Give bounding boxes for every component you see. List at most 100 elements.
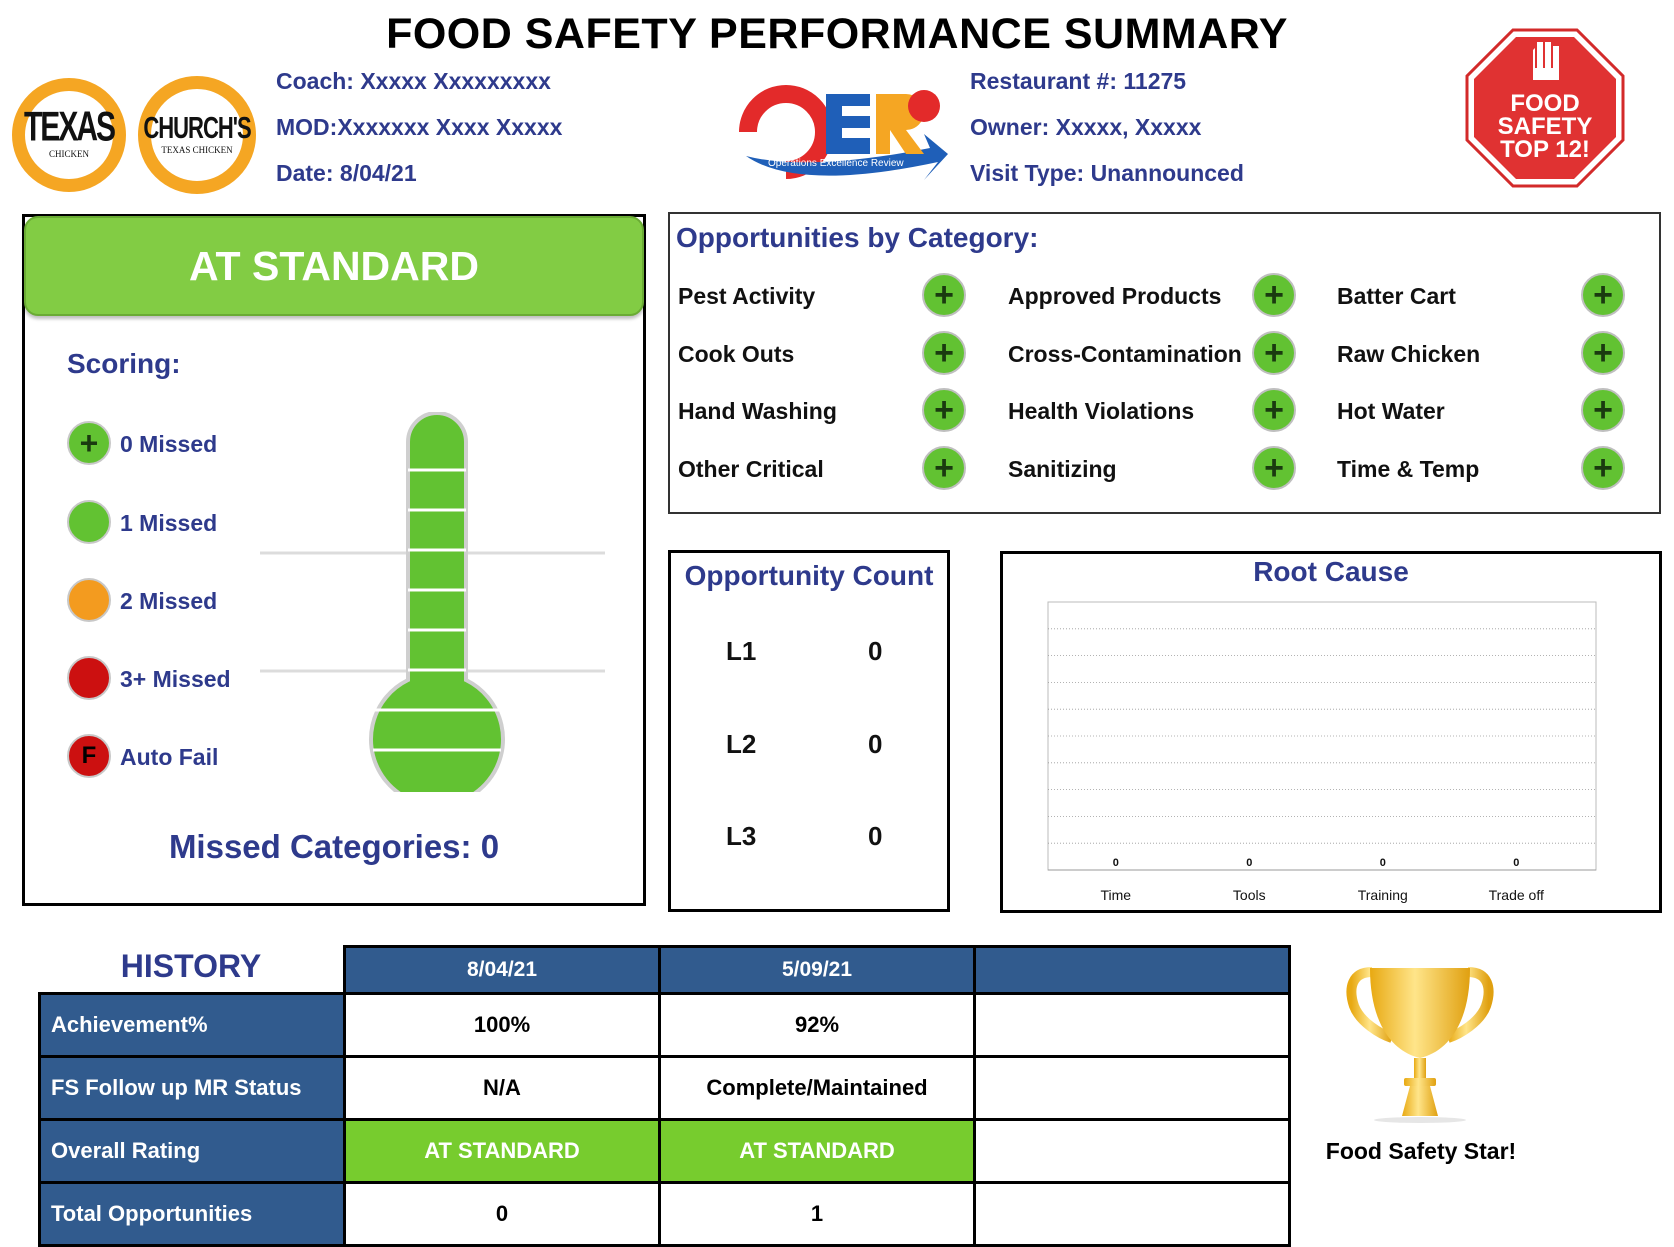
x-tick-label: Tools xyxy=(1233,887,1266,903)
history-cell xyxy=(973,1118,1291,1184)
owner-field: Owner: Xxxxx, Xxxxx xyxy=(970,114,1202,140)
history-row: FS Follow up MR Status N/A Complete/Main… xyxy=(38,1055,1291,1121)
history-cell: AT STANDARD xyxy=(343,1118,661,1184)
mod-field: MOD:Xxxxxxx Xxxx Xxxxx xyxy=(276,114,563,140)
category-pest-activity: Pest Activity xyxy=(678,283,816,309)
history-row-label: FS Follow up MR Status xyxy=(38,1055,346,1121)
trophy-graphic xyxy=(1346,967,1494,1123)
x-tick-label: Time xyxy=(1100,887,1131,903)
pass-icon: + xyxy=(922,446,966,490)
level-count: 0 xyxy=(868,821,883,851)
history-cell: AT STANDARD xyxy=(658,1118,976,1184)
legend-3-missed: 3+ Missed xyxy=(120,666,231,692)
category-cook-outs: Cook Outs xyxy=(678,341,795,367)
date-field: Date: 8/04/21 xyxy=(276,160,417,186)
plus-icon: + xyxy=(67,421,111,465)
pass-icon: + xyxy=(1252,331,1296,375)
pass-icon: + xyxy=(1252,388,1296,432)
data-label: 0 xyxy=(1513,857,1519,869)
category-other-critical: Other Critical xyxy=(678,456,824,482)
history-cell: 1 xyxy=(658,1181,976,1247)
x-tick-label: Trade off xyxy=(1489,887,1544,903)
oer-logo: Operations Excellence Review xyxy=(738,84,948,180)
data-label: 0 xyxy=(1113,857,1119,869)
pass-icon: + xyxy=(1252,273,1296,317)
history-table: 8/04/21 5/09/21 Achievement% 100% 92% FS… xyxy=(38,945,1291,1247)
history-cell: 92% xyxy=(658,992,976,1058)
auto-fail-icon: F xyxy=(67,734,111,778)
category-time-temp: Time & Temp xyxy=(1337,456,1480,482)
data-label: 0 xyxy=(1380,857,1386,869)
history-cell: 100% xyxy=(343,992,661,1058)
level-label: L3 xyxy=(726,821,757,851)
category-cross-contamination: Cross-Contamination xyxy=(1008,341,1242,367)
thermometer-graphic xyxy=(260,411,605,808)
pass-icon: + xyxy=(1581,273,1625,317)
category-hand-washing: Hand Washing xyxy=(678,398,837,424)
pass-icon: + xyxy=(922,331,966,375)
oer-tagline: Operations Excellence Review xyxy=(768,158,904,169)
texas-chicken-logo: TEXAS CHICKEN xyxy=(12,78,126,192)
food-safety-line3: TOP 12! xyxy=(1500,136,1590,163)
history-row: Overall Rating AT STANDARD AT STANDARD xyxy=(38,1118,1291,1184)
level-label: L2 xyxy=(726,729,757,759)
level-count: 0 xyxy=(868,729,883,759)
trophy-caption: Food Safety Star! xyxy=(1325,1138,1517,1164)
green-dot-icon xyxy=(67,500,111,544)
page-title: FOOD SAFETY PERFORMANCE SUMMARY xyxy=(386,10,1288,58)
x-tick-label: Training xyxy=(1358,887,1408,903)
category-health-violations: Health Violations xyxy=(1008,398,1195,424)
category-hot-water: Hot Water xyxy=(1337,398,1445,424)
coach-field: Coach: Xxxxx Xxxxxxxxx xyxy=(276,68,551,94)
history-row-label: Achievement% xyxy=(38,992,346,1058)
pass-icon: + xyxy=(922,273,966,317)
category-title: Opportunities by Category: xyxy=(676,222,1039,253)
legend-1-missed: 1 Missed xyxy=(120,510,218,536)
orange-dot-icon xyxy=(67,578,111,622)
history-column-header xyxy=(973,945,1291,995)
history-title: HISTORY xyxy=(120,948,262,984)
scoring-title: Scoring: xyxy=(67,348,181,379)
history-column-header: 8/04/21 xyxy=(343,945,661,995)
history-column-header: 5/09/21 xyxy=(658,945,976,995)
missed-categories: Missed Categories: 0 xyxy=(168,828,500,865)
pass-icon: + xyxy=(1581,446,1625,490)
food-safety-line2: SAFETY xyxy=(1497,113,1593,140)
opportunity-count-panel xyxy=(668,550,950,912)
legend-2-missed: 2 Missed xyxy=(120,588,218,614)
pass-icon: + xyxy=(1581,388,1625,432)
churchs-logo-word: CHURCH'S xyxy=(143,109,251,145)
category-sanitizing: Sanitizing xyxy=(1008,456,1117,482)
trophy-icon xyxy=(1346,966,1494,1126)
thermometer xyxy=(260,411,620,808)
category-batter-cart: Batter Cart xyxy=(1337,283,1456,309)
pass-icon: + xyxy=(1252,446,1296,490)
level-count: 0 xyxy=(868,636,883,666)
red-dot-icon xyxy=(67,656,111,700)
legend-auto-fail: Auto Fail xyxy=(120,744,219,770)
history-cell: N/A xyxy=(343,1055,661,1121)
history-cell: Complete/Maintained xyxy=(658,1055,976,1121)
history-cell xyxy=(973,1055,1291,1121)
data-label: 0 xyxy=(1246,857,1252,869)
history-cell xyxy=(973,992,1291,1058)
food-safety-top12-logo: FOOD SAFETY TOP 12! xyxy=(1465,28,1625,188)
history-row: Total Opportunities 0 1 xyxy=(38,1181,1291,1247)
root-cause-chart: 0 Time 0 Tools 0 Training 0 Trade off xyxy=(1047,601,1597,903)
churchs-logo: CHURCH'S TEXAS CHICKEN xyxy=(138,76,256,194)
history-row: Achievement% 100% 92% xyxy=(38,992,1291,1058)
legend-0-missed: 0 Missed xyxy=(120,431,218,457)
status-banner: AT STANDARD xyxy=(24,216,644,316)
opportunity-count-title: Opportunity Count xyxy=(684,560,934,591)
texas-logo-word: TEXAS xyxy=(23,104,116,151)
pass-icon: + xyxy=(922,388,966,432)
visit-type-field: Visit Type: Unannounced xyxy=(970,160,1244,186)
category-approved-products: Approved Products xyxy=(1008,283,1222,309)
food-safety-line1: FOOD xyxy=(1510,90,1580,117)
chart-title: Root Cause xyxy=(1253,556,1409,587)
history-row-label: Total Opportunities xyxy=(38,1181,346,1247)
history-row-label: Overall Rating xyxy=(38,1118,346,1184)
churchs-logo-sub: TEXAS CHICKEN xyxy=(161,145,233,155)
history-cell: 0 xyxy=(343,1181,661,1247)
restaurant-field: Restaurant #: 11275 xyxy=(970,68,1187,94)
